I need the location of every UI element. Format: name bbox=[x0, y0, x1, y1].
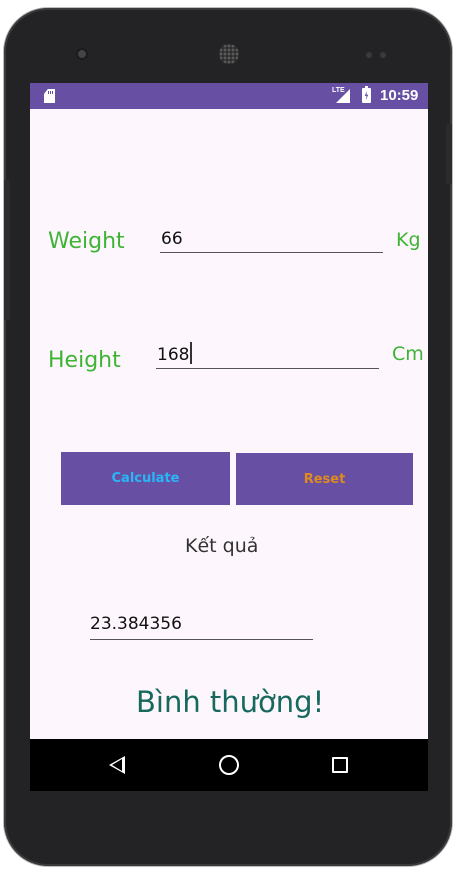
height-input-value: 168 bbox=[157, 345, 190, 365]
front-camera-icon bbox=[76, 48, 88, 60]
result-title: Kết quả bbox=[185, 535, 259, 557]
power-button bbox=[446, 124, 452, 184]
weight-input-value: 66 bbox=[161, 229, 183, 249]
bmi-verdict: Bình thường! bbox=[136, 685, 325, 719]
home-icon[interactable] bbox=[219, 755, 239, 775]
height-unit-label: Cm bbox=[392, 343, 424, 365]
network-type-label: LTE bbox=[332, 87, 345, 94]
height-input[interactable]: 168 bbox=[156, 342, 379, 369]
sensor-icon bbox=[366, 52, 372, 58]
navigation-bar bbox=[30, 739, 428, 791]
app-screen: LTE 10:59 Weight 66 Kg Height 168 Cm Cal… bbox=[30, 83, 428, 791]
status-bar: LTE 10:59 bbox=[30, 83, 428, 109]
volume-button bbox=[4, 180, 10, 320]
status-clock: 10:59 bbox=[380, 87, 419, 104]
battery-charging-icon bbox=[362, 86, 371, 103]
bmi-value: 23.384356 bbox=[90, 614, 182, 634]
reset-button[interactable]: Reset bbox=[236, 453, 413, 505]
calculate-button[interactable]: Calculate bbox=[61, 452, 230, 505]
weight-unit-label: Kg bbox=[396, 229, 421, 251]
recents-icon[interactable] bbox=[332, 757, 348, 773]
result-output-field: 23.384356 bbox=[90, 612, 313, 640]
earpiece-speaker-icon bbox=[219, 44, 239, 64]
weight-input[interactable]: 66 bbox=[160, 227, 383, 253]
weight-label: Weight bbox=[48, 229, 125, 254]
sd-card-icon bbox=[44, 89, 55, 103]
text-cursor bbox=[190, 342, 193, 364]
height-label: Height bbox=[48, 348, 121, 373]
back-icon[interactable] bbox=[109, 756, 125, 774]
phone-frame: LTE 10:59 Weight 66 Kg Height 168 Cm Cal… bbox=[4, 8, 452, 866]
sensor-icon bbox=[380, 52, 386, 58]
